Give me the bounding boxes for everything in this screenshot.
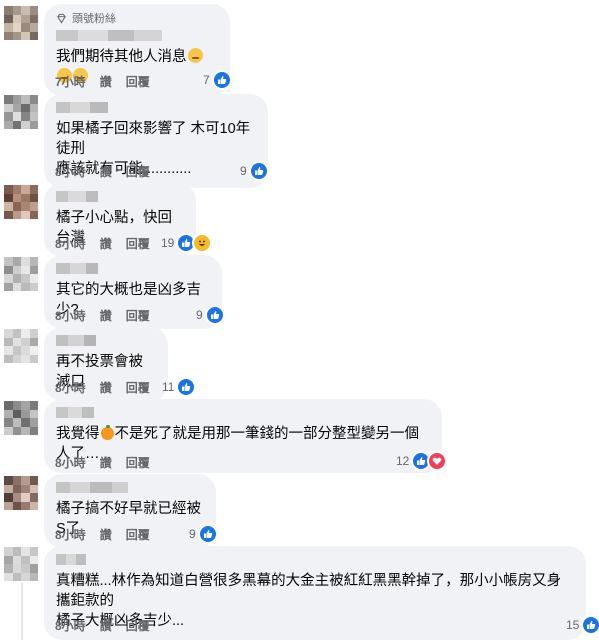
reaction-count: 9 [196, 308, 203, 322]
avatar[interactable] [4, 6, 38, 40]
reaction-count: 9 [189, 527, 196, 541]
reaction-count: 12 [396, 454, 410, 468]
like-button[interactable]: 讚 [100, 379, 112, 396]
reaction-summary[interactable]: 9 [189, 524, 218, 544]
author-name-redacted[interactable] [56, 191, 184, 202]
comment-actions: 8小時 讚 回覆 [55, 454, 150, 471]
comment-actions: 8小時 讚 回覆 [55, 617, 150, 634]
timestamp[interactable]: 8小時 [55, 235, 86, 252]
thumbs-up-icon [197, 524, 218, 544]
timestamp[interactable]: 8小時 [55, 526, 86, 543]
avatar[interactable] [4, 547, 38, 581]
like-button[interactable]: 讚 [100, 617, 112, 634]
reply-button[interactable]: 回覆 [126, 379, 150, 396]
comment-actions: 8小時 讚 回覆 [55, 307, 150, 324]
reply-button[interactable]: 回覆 [126, 526, 150, 543]
reply-button[interactable]: 回覆 [126, 617, 150, 634]
timestamp[interactable]: 8小時 [55, 617, 86, 634]
like-button[interactable]: 讚 [100, 163, 112, 180]
smiling-emoji-icon [187, 48, 203, 63]
thumbs-up-icon [581, 615, 599, 635]
reply-button[interactable]: 回覆 [126, 307, 150, 324]
tangerine-emoji-icon [100, 425, 114, 440]
thumbs-up-icon [211, 70, 232, 90]
author-name-redacted[interactable] [56, 407, 430, 418]
author-name-redacted[interactable] [56, 482, 204, 493]
diamond-icon [57, 13, 66, 24]
reply-button[interactable]: 回覆 [126, 73, 150, 90]
reaction-count: 15 [566, 618, 580, 632]
avatar[interactable] [4, 95, 38, 129]
reaction-summary[interactable]: 12 [396, 451, 448, 471]
reaction-count: 9 [240, 164, 247, 178]
timestamp[interactable]: 8小時 [55, 379, 86, 396]
timestamp[interactable]: 8小時 [55, 307, 86, 324]
comment-actions: 7小時 讚 回覆 [55, 73, 150, 90]
reply-button[interactable]: 回覆 [126, 163, 150, 180]
thumbs-up-icon [248, 161, 269, 181]
reaction-summary[interactable]: 9 [196, 305, 225, 325]
thumbs-up-icon [176, 377, 197, 397]
reaction-summary[interactable]: 19 [161, 233, 213, 253]
like-button[interactable]: 讚 [100, 526, 112, 543]
reaction-summary[interactable]: 11 [162, 377, 197, 397]
like-button[interactable]: 讚 [100, 307, 112, 324]
reply-thread-line [21, 583, 23, 640]
reaction-summary[interactable]: 7 [203, 70, 232, 90]
reply-button[interactable]: 回覆 [126, 454, 150, 471]
author-name-redacted[interactable] [56, 30, 218, 41]
reaction-count: 19 [161, 236, 175, 250]
comment-actions: 8小時 讚 回覆 [55, 163, 150, 180]
like-button[interactable]: 讚 [100, 73, 112, 90]
avatar[interactable] [4, 185, 38, 219]
author-name-redacted[interactable] [56, 335, 156, 346]
avatar[interactable] [4, 329, 38, 363]
timestamp[interactable]: 8小時 [55, 163, 86, 180]
timestamp[interactable]: 8小時 [55, 454, 86, 471]
reaction-count: 7 [203, 73, 210, 87]
badge-label: 頭號粉絲 [72, 13, 116, 25]
avatar[interactable] [4, 476, 38, 510]
reaction-count: 11 [162, 380, 175, 394]
reaction-summary[interactable]: 9 [240, 161, 269, 181]
reply-button[interactable]: 回覆 [126, 235, 150, 252]
author-name-redacted[interactable] [56, 102, 256, 113]
heart-icon [427, 451, 448, 471]
avatar[interactable] [4, 401, 38, 435]
like-button[interactable]: 讚 [100, 454, 112, 471]
top-fan-badge: 頭號粉絲 [56, 10, 218, 26]
comment-actions: 8小時 讚 回覆 [55, 379, 150, 396]
avatar[interactable] [4, 257, 38, 291]
like-button[interactable]: 讚 [100, 235, 112, 252]
author-name-redacted[interactable] [56, 263, 210, 274]
comment-actions: 8小時 讚 回覆 [55, 235, 150, 252]
thumbs-up-icon [204, 305, 225, 325]
author-name-redacted[interactable] [56, 554, 574, 565]
haha-icon [192, 233, 213, 253]
comment-actions: 8小時 讚 回覆 [55, 526, 150, 543]
timestamp[interactable]: 7小時 [55, 73, 86, 90]
reaction-summary[interactable]: 15 [566, 615, 599, 635]
